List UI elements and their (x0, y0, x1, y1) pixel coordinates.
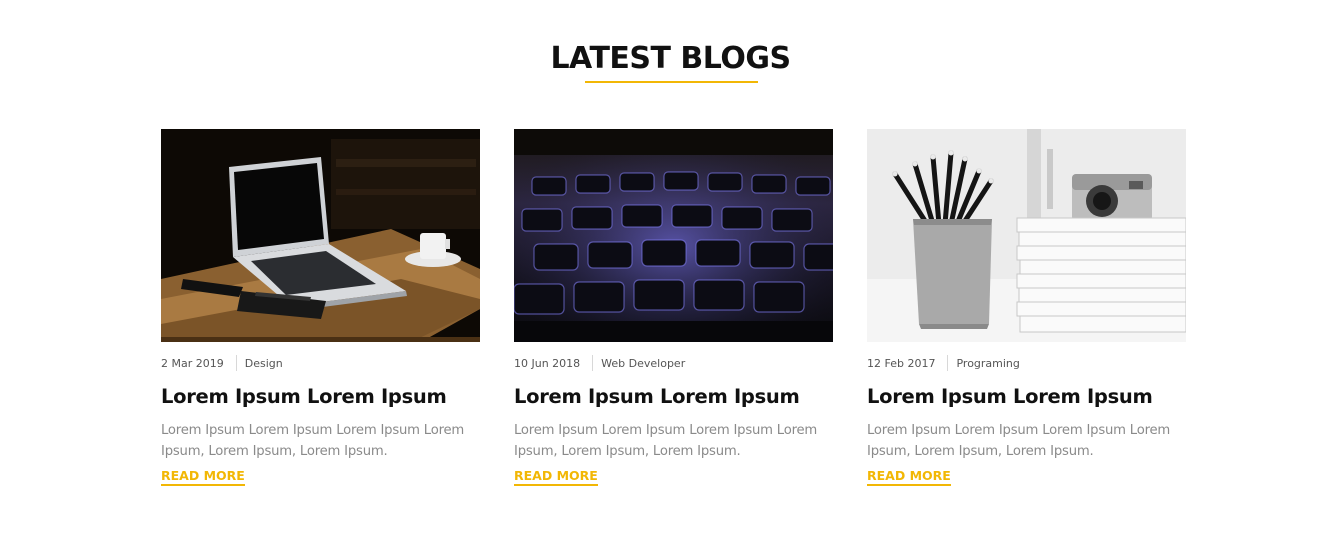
read-more-link[interactable]: READ MORE (514, 468, 598, 486)
blog-image-laptop[interactable] (161, 129, 480, 342)
post-meta: 12 Feb 2017 Programing (867, 355, 1186, 371)
blog-image-keyboard[interactable] (514, 129, 833, 342)
section-heading: LATEST BLOGS (550, 41, 791, 76)
post-title[interactable]: Lorem Ipsum Lorem Ipsum (161, 385, 480, 408)
read-more-link[interactable]: READ MORE (161, 468, 245, 486)
post-excerpt: Lorem Ipsum Lorem Ipsum Lorem Ipsum Lore… (867, 423, 1171, 459)
post-category[interactable]: Programing (948, 357, 1019, 370)
post-title[interactable]: Lorem Ipsum Lorem Ipsum (867, 385, 1186, 408)
post-date: 12 Feb 2017 (867, 356, 936, 370)
post-category[interactable]: Web Developer (593, 357, 685, 370)
post-date: 2 Mar 2019 (161, 356, 224, 370)
post-date: 10 Jun 2018 (514, 356, 581, 370)
post-meta: 10 Jun 2018 Web Developer (514, 355, 833, 371)
blog-card: 12 Feb 2017 Programing Lorem Ipsum Lorem… (867, 129, 1186, 486)
post-title[interactable]: Lorem Ipsum Lorem Ipsum (514, 385, 833, 408)
post-excerpt: Lorem Ipsum Lorem Ipsum Lorem Ipsum Lore… (514, 423, 818, 459)
latest-blogs-section: LATEST BLOGS 2 Mar 2019 Design Lorem Ips… (0, 0, 1341, 555)
post-meta: 2 Mar 2019 Design (161, 355, 480, 371)
post-category[interactable]: Design (237, 357, 283, 370)
blog-image-desk[interactable] (867, 129, 1186, 342)
blog-card: 2 Mar 2019 Design Lorem Ipsum Lorem Ipsu… (161, 129, 480, 486)
read-more-link[interactable]: READ MORE (867, 468, 951, 486)
post-excerpt: Lorem Ipsum Lorem Ipsum Lorem Ipsum Lore… (161, 423, 465, 459)
heading-underline (585, 81, 758, 83)
blog-card: 10 Jun 2018 Web Developer Lorem Ipsum Lo… (514, 129, 833, 486)
